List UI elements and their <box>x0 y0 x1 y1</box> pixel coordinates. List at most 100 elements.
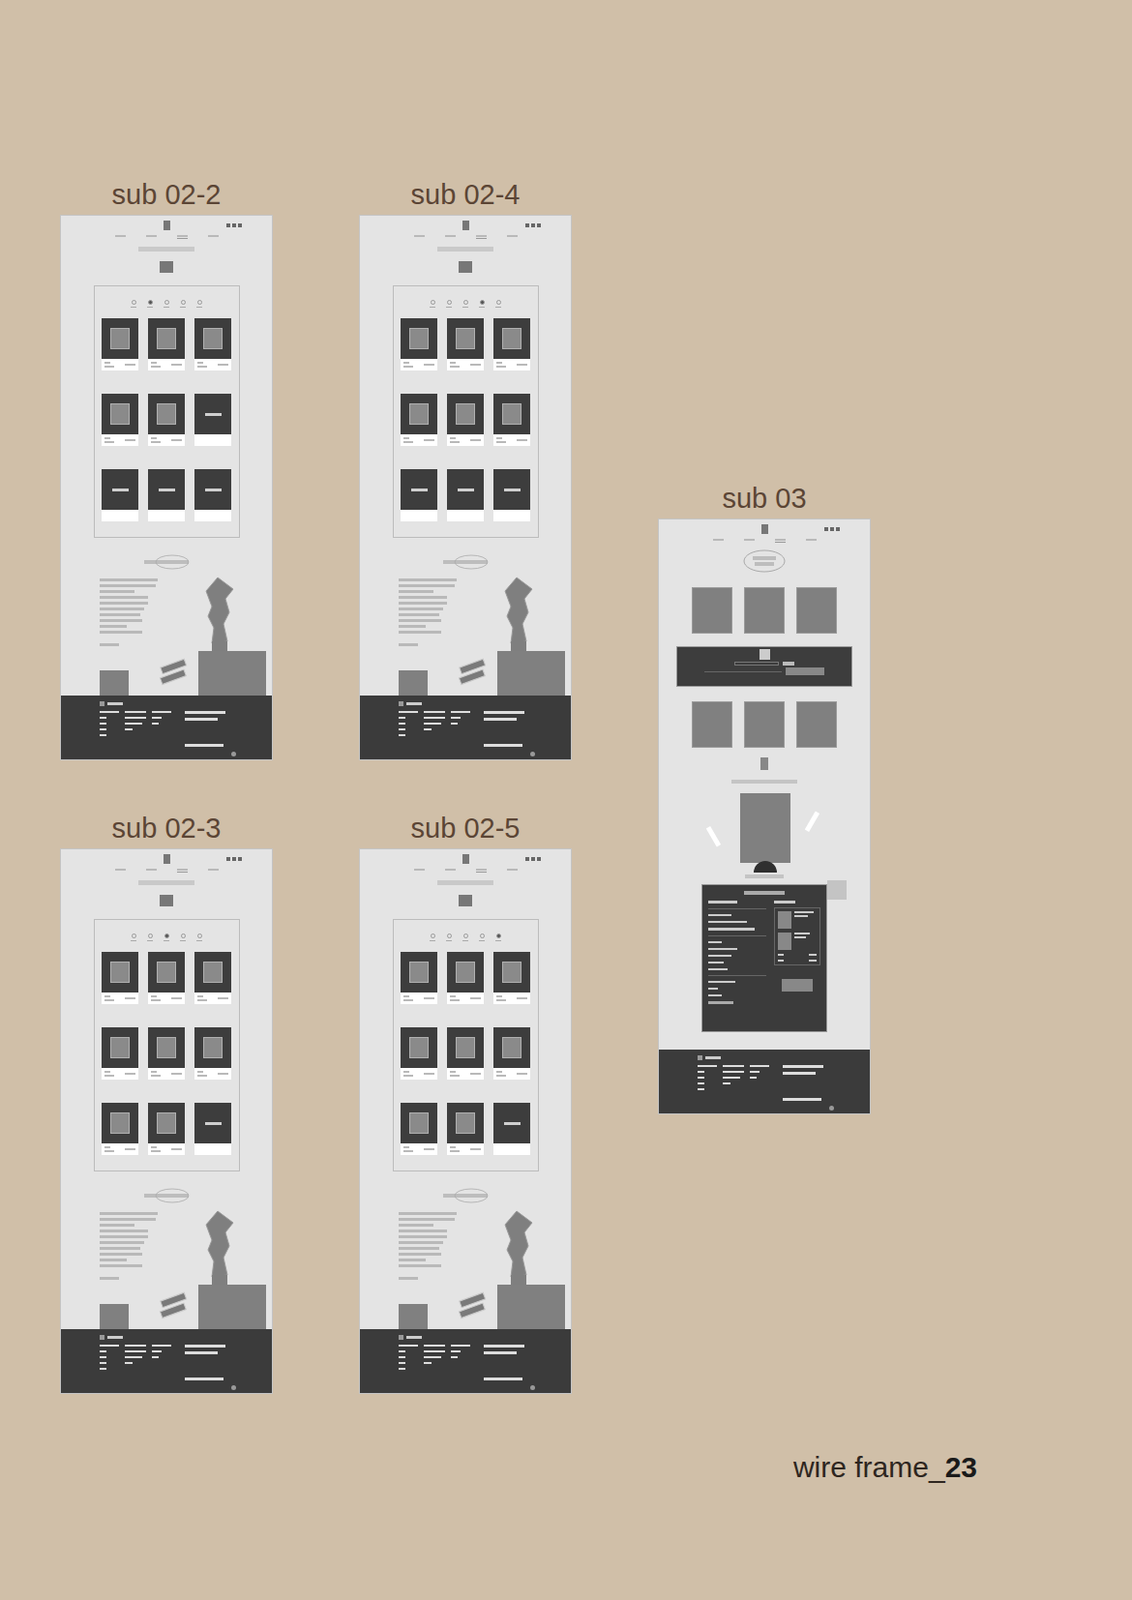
product-card[interactable] <box>400 1027 438 1080</box>
placeholder-bar <box>414 235 425 238</box>
pagination-dot[interactable] <box>478 299 485 308</box>
placeholder-bar <box>449 999 460 1002</box>
pagination-dot[interactable] <box>163 299 170 308</box>
gallery-tile[interactable] <box>796 701 837 748</box>
placeholder-bar <box>423 439 435 442</box>
product-card[interactable] <box>493 469 531 522</box>
wireframe-page <box>59 214 273 761</box>
placeholder-bar <box>104 1150 115 1153</box>
pagination-dot[interactable] <box>462 299 469 308</box>
pagination-dot[interactable] <box>147 299 153 308</box>
placeholder-bar <box>450 1344 471 1347</box>
product-card[interactable] <box>400 1102 438 1156</box>
pagination-dot[interactable] <box>196 299 203 308</box>
product-card[interactable] <box>400 469 438 522</box>
placeholder-bar <box>104 1071 111 1073</box>
placeholder-bar <box>99 578 158 582</box>
product-card[interactable] <box>400 393 438 447</box>
product-image <box>409 1112 429 1134</box>
placeholder-bar <box>99 584 156 588</box>
product-card[interactable] <box>446 1102 484 1156</box>
product-card[interactable] <box>101 952 139 1005</box>
gallery-tile[interactable] <box>744 587 785 634</box>
product-card[interactable] <box>446 393 484 447</box>
pagination-dot[interactable] <box>130 933 137 942</box>
placeholder-bar <box>445 868 456 871</box>
product-image <box>110 327 130 350</box>
placeholder-bar <box>403 1150 414 1153</box>
product-card[interactable] <box>446 469 484 522</box>
product-image <box>203 327 223 350</box>
placeholder-bar <box>496 365 507 368</box>
product-card[interactable] <box>101 1027 139 1080</box>
pagination-dot[interactable] <box>130 299 137 308</box>
pagination-dot[interactable] <box>495 299 502 308</box>
product-card[interactable] <box>194 1102 232 1156</box>
top-button-icon <box>530 1385 536 1391</box>
product-card[interactable] <box>446 1027 484 1080</box>
placeholder-bar <box>398 1241 444 1245</box>
placeholder-bar <box>99 734 107 737</box>
placeholder-bar <box>708 968 728 971</box>
pagination-dot[interactable] <box>179 933 186 942</box>
wireframe-footer <box>60 695 272 760</box>
pagination-dot[interactable] <box>478 933 485 942</box>
product-card[interactable] <box>148 1027 185 1080</box>
product-card[interactable] <box>493 1102 531 1156</box>
gallery-tile[interactable] <box>691 701 733 748</box>
placeholder-bar <box>403 437 410 440</box>
gallery-tile[interactable] <box>796 587 837 634</box>
placeholder-bar <box>478 306 485 308</box>
placeholder-bar <box>197 995 204 998</box>
placeholder-bar <box>445 235 456 238</box>
product-card[interactable] <box>194 952 232 1005</box>
pagination-dot[interactable] <box>446 299 452 308</box>
product-image <box>156 961 177 984</box>
pagination-dot[interactable] <box>446 933 452 942</box>
placeholder-bar <box>197 365 208 368</box>
placeholder-bar <box>124 1350 147 1353</box>
pagination-dot[interactable] <box>179 299 186 308</box>
product-card[interactable] <box>493 318 531 371</box>
product-card[interactable] <box>101 393 139 447</box>
checkout-button[interactable] <box>781 979 813 992</box>
pagination-dot[interactable] <box>429 933 436 942</box>
placeholder-bar <box>423 1148 435 1151</box>
product-card[interactable] <box>101 1102 139 1156</box>
product-card[interactable] <box>194 469 232 522</box>
gallery-tile[interactable] <box>744 701 785 748</box>
pagination-dot[interactable] <box>495 933 502 942</box>
product-card[interactable] <box>446 952 484 1005</box>
product-card[interactable] <box>446 318 484 371</box>
placeholder-bar <box>130 306 137 308</box>
gallery-tile[interactable] <box>691 587 733 634</box>
product-card[interactable] <box>194 393 232 447</box>
placeholder-bar <box>107 1336 123 1340</box>
product-card[interactable] <box>194 318 232 371</box>
product-card[interactable] <box>400 952 438 1005</box>
product-card[interactable] <box>101 318 139 371</box>
placeholder-bar <box>749 1071 760 1073</box>
product-card[interactable] <box>148 469 185 522</box>
product-card[interactable] <box>148 1102 185 1156</box>
product-card[interactable] <box>194 1027 232 1080</box>
product-card[interactable] <box>148 318 185 371</box>
placeholder-bar <box>708 987 718 990</box>
product-card[interactable] <box>493 393 531 447</box>
pagination-dot[interactable] <box>147 933 153 942</box>
placeholder-bar <box>99 711 120 714</box>
placeholder-bar <box>782 1098 822 1102</box>
pagination-dot[interactable] <box>163 933 170 942</box>
product-card[interactable] <box>400 318 438 371</box>
product-card[interactable] <box>101 469 139 522</box>
pagination-dot[interactable] <box>429 299 436 308</box>
placeholder-bar <box>398 607 444 611</box>
pagination-dot[interactable] <box>196 933 203 942</box>
pagination-dot[interactable] <box>462 933 469 942</box>
placeholder-bar <box>744 538 755 541</box>
category-icon <box>458 894 473 907</box>
product-card[interactable] <box>493 1027 531 1080</box>
product-card[interactable] <box>148 952 185 1005</box>
product-card[interactable] <box>493 952 531 1005</box>
product-card[interactable] <box>148 393 185 447</box>
